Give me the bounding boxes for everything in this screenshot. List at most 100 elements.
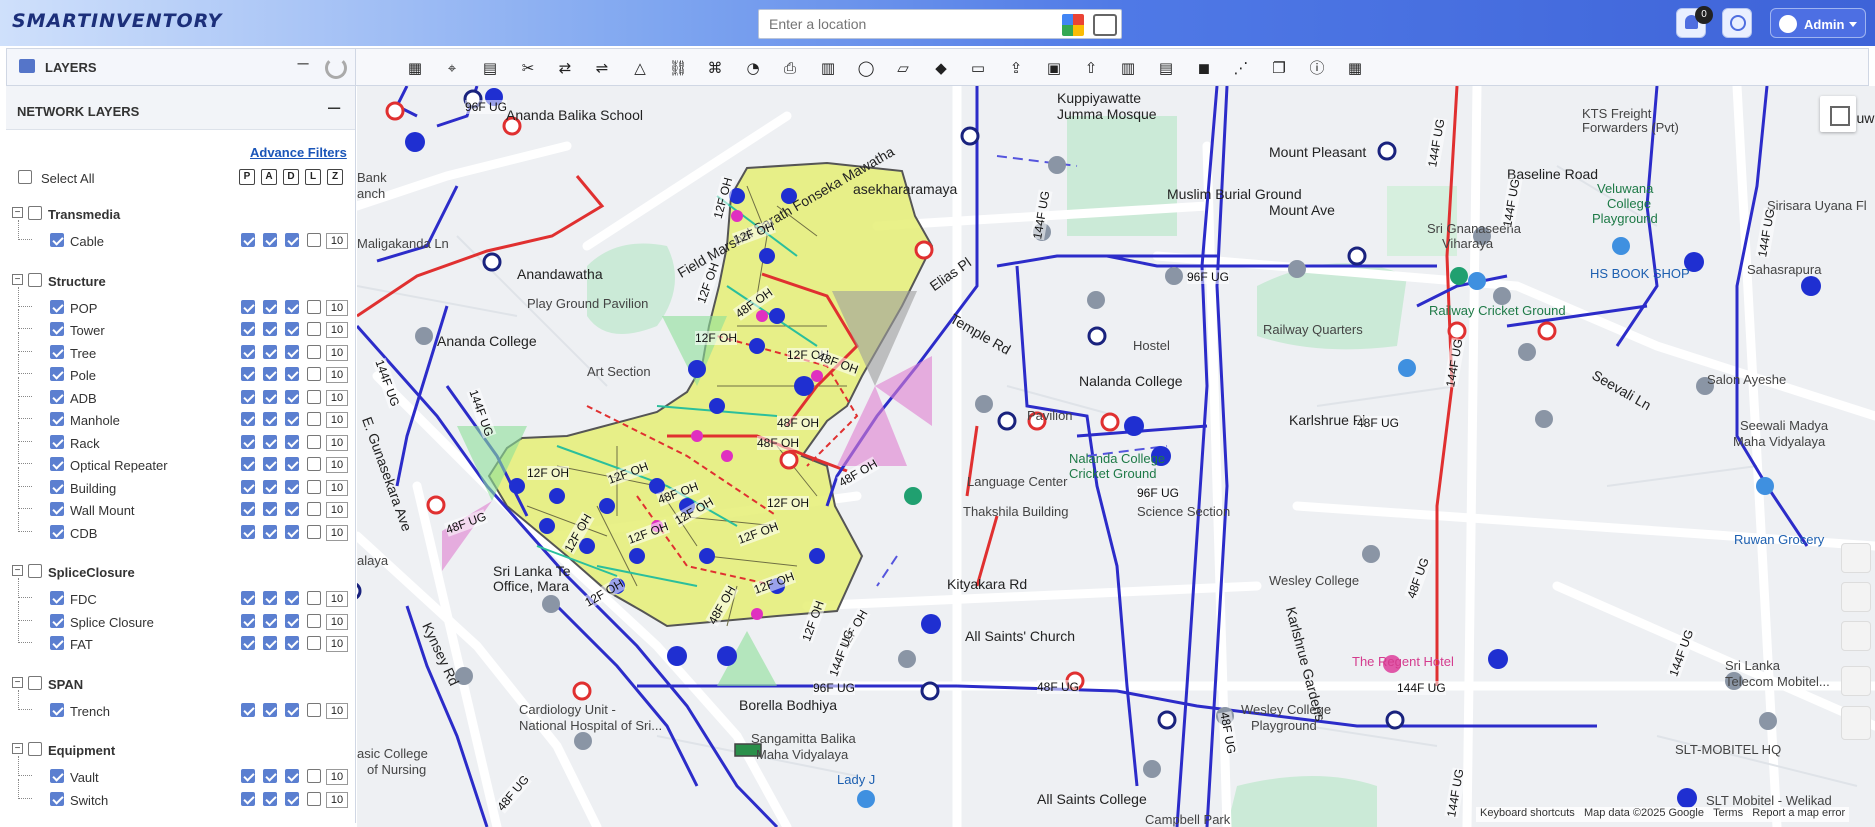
layer-checkbox[interactable]: [50, 791, 64, 806]
layer-filter-d-checkbox[interactable]: [285, 636, 299, 650]
storage-icon[interactable]: ◼: [1194, 58, 1214, 78]
layer-filter-l-checkbox[interactable]: [307, 367, 321, 381]
layer-filter-a-checkbox[interactable]: [263, 524, 277, 539]
layer-filter-d-checkbox[interactable]: [285, 299, 299, 314]
pan-control-icon[interactable]: [1841, 666, 1871, 696]
layer-filter-d-checkbox[interactable]: [285, 502, 299, 516]
location-search-input[interactable]: [769, 16, 1049, 32]
layer-zoom-input[interactable]: 10: [326, 636, 348, 652]
layer-filter-l-checkbox[interactable]: [307, 389, 321, 404]
layer-filter-l-checkbox[interactable]: [307, 412, 321, 426]
document-report-icon[interactable]: ▤: [1156, 58, 1176, 78]
layer-filter-p-checkbox[interactable]: [241, 769, 255, 783]
layer-zoom-input[interactable]: 10: [326, 479, 348, 496]
layer-filter-p-checkbox[interactable]: [241, 591, 255, 605]
report-icon[interactable]: ▥: [818, 58, 838, 78]
layer-item-trench[interactable]: Trench 10: [12, 689, 348, 720]
document-icon[interactable]: ▤: [480, 58, 500, 78]
export-icon[interactable]: ⇪: [1006, 58, 1026, 78]
layer-filter-a-checkbox[interactable]: [263, 591, 277, 605]
layer-item-manhole[interactable]: Manhole 10: [12, 399, 348, 429]
layer-filter-a-checkbox[interactable]: [263, 479, 277, 494]
google-search-icon[interactable]: [1062, 14, 1084, 36]
layer-filter-l-checkbox[interactable]: [307, 344, 321, 359]
group-checkbox[interactable]: [28, 272, 42, 287]
location-search-box[interactable]: [758, 9, 1122, 39]
layer-filter-p-checkbox[interactable]: [241, 412, 255, 426]
scatter-icon[interactable]: ⋰: [1231, 58, 1251, 78]
measure-icon[interactable]: ◆: [931, 58, 951, 78]
layer-zoom-input[interactable]: 10: [326, 502, 348, 518]
layer-filter-p-checkbox[interactable]: [241, 233, 255, 247]
cable-label[interactable]: 96F UG: [1137, 486, 1180, 500]
collapse-network-layers-button[interactable]: –: [328, 94, 340, 120]
layer-item-cdb[interactable]: CDB 10: [12, 511, 348, 542]
support-button[interactable]: [1722, 8, 1752, 38]
layer-filter-a-checkbox[interactable]: [263, 434, 277, 449]
user-menu-button[interactable]: Admin: [1770, 8, 1866, 38]
collapse-toggle-icon[interactable]: −: [12, 676, 23, 688]
layer-filter-d-checkbox[interactable]: [285, 524, 299, 539]
cable-label[interactable]: 12F OH: [695, 331, 738, 345]
layer-zoom-input[interactable]: 10: [326, 591, 348, 607]
layer-filter-p-checkbox[interactable]: [241, 524, 255, 539]
link-icon[interactable]: ⛓: [668, 58, 688, 78]
layer-filter-d-checkbox[interactable]: [285, 791, 299, 806]
layer-filter-d-checkbox[interactable]: [285, 479, 299, 494]
layer-filter-d-checkbox[interactable]: [285, 702, 299, 717]
minimize-panel-button[interactable]: –: [293, 52, 313, 75]
layer-filter-l-checkbox[interactable]: [307, 233, 321, 247]
network-layers-icon[interactable]: ▦: [405, 58, 425, 78]
layer-item-splice-closure[interactable]: Splice Closure 10: [12, 600, 348, 631]
layer-group-spliceclosure[interactable]: − SpliceClosure: [12, 562, 342, 582]
layer-checkbox[interactable]: [50, 524, 64, 539]
layer-filter-l-checkbox[interactable]: [307, 457, 321, 471]
filter-l-button[interactable]: L: [305, 169, 321, 185]
layer-filter-l-checkbox[interactable]: [307, 791, 321, 806]
circle-select-icon[interactable]: ◯: [856, 58, 876, 78]
map-pin-icon[interactable]: ⌖: [442, 58, 462, 78]
layer-zoom-input[interactable]: 10: [326, 389, 348, 406]
layer-filter-p-checkbox[interactable]: [241, 389, 255, 404]
layer-checkbox[interactable]: [50, 322, 64, 336]
layer-group-equipment[interactable]: − Equipment: [12, 740, 342, 760]
layer-item-pop[interactable]: POP 10: [12, 286, 348, 317]
layer-checkbox[interactable]: [50, 344, 64, 359]
layer-filter-d-checkbox[interactable]: [285, 322, 299, 336]
collapse-toggle-icon[interactable]: −: [12, 207, 23, 218]
filter-z-button[interactable]: Z: [327, 169, 343, 185]
table-icon[interactable]: ▦: [1345, 58, 1365, 78]
location-route-icon[interactable]: ⌘: [705, 58, 725, 78]
layer-filter-a-checkbox[interactable]: [263, 412, 277, 426]
layer-filter-p-checkbox[interactable]: [241, 791, 255, 806]
layer-checkbox[interactable]: [50, 367, 64, 381]
fullscreen-button[interactable]: [1820, 96, 1856, 132]
layer-item-optical-repeater[interactable]: Optical Repeater 10: [12, 444, 348, 474]
info-icon[interactable]: ⓘ: [1307, 58, 1327, 78]
collapse-toggle-icon[interactable]: −: [12, 273, 23, 285]
layer-filter-p-checkbox[interactable]: [241, 299, 255, 314]
group-checkbox[interactable]: [28, 564, 42, 578]
cable-label[interactable]: 96F UG: [465, 100, 508, 114]
layer-checkbox[interactable]: [50, 233, 64, 247]
report-map-error-link[interactable]: Report a map error: [1752, 807, 1845, 819]
compass-icon[interactable]: [1841, 543, 1871, 573]
layers-icon[interactable]: ❐: [1269, 58, 1289, 78]
layer-filter-l-checkbox[interactable]: [307, 636, 321, 650]
layer-filter-d-checkbox[interactable]: [285, 434, 299, 449]
building-icon[interactable]: ▥: [1118, 58, 1138, 78]
refresh-icon[interactable]: [325, 57, 347, 79]
location-layer-icon[interactable]: [1841, 582, 1871, 612]
layer-zoom-input[interactable]: 10: [326, 299, 348, 316]
layer-checkbox[interactable]: [50, 389, 64, 404]
layer-zoom-input[interactable]: 10: [326, 322, 348, 338]
layer-checkbox[interactable]: [50, 479, 64, 494]
layer-checkbox[interactable]: [50, 702, 64, 717]
layer-item-fdc[interactable]: FDC 10: [12, 578, 348, 608]
layer-filter-d-checkbox[interactable]: [285, 344, 299, 359]
cable-label[interactable]: 96F UG: [1187, 270, 1230, 284]
layer-filter-a-checkbox[interactable]: [263, 502, 277, 516]
layer-filter-l-checkbox[interactable]: [307, 434, 321, 449]
layer-filter-p-checkbox[interactable]: [241, 636, 255, 650]
layer-zoom-input[interactable]: 10: [326, 791, 348, 808]
